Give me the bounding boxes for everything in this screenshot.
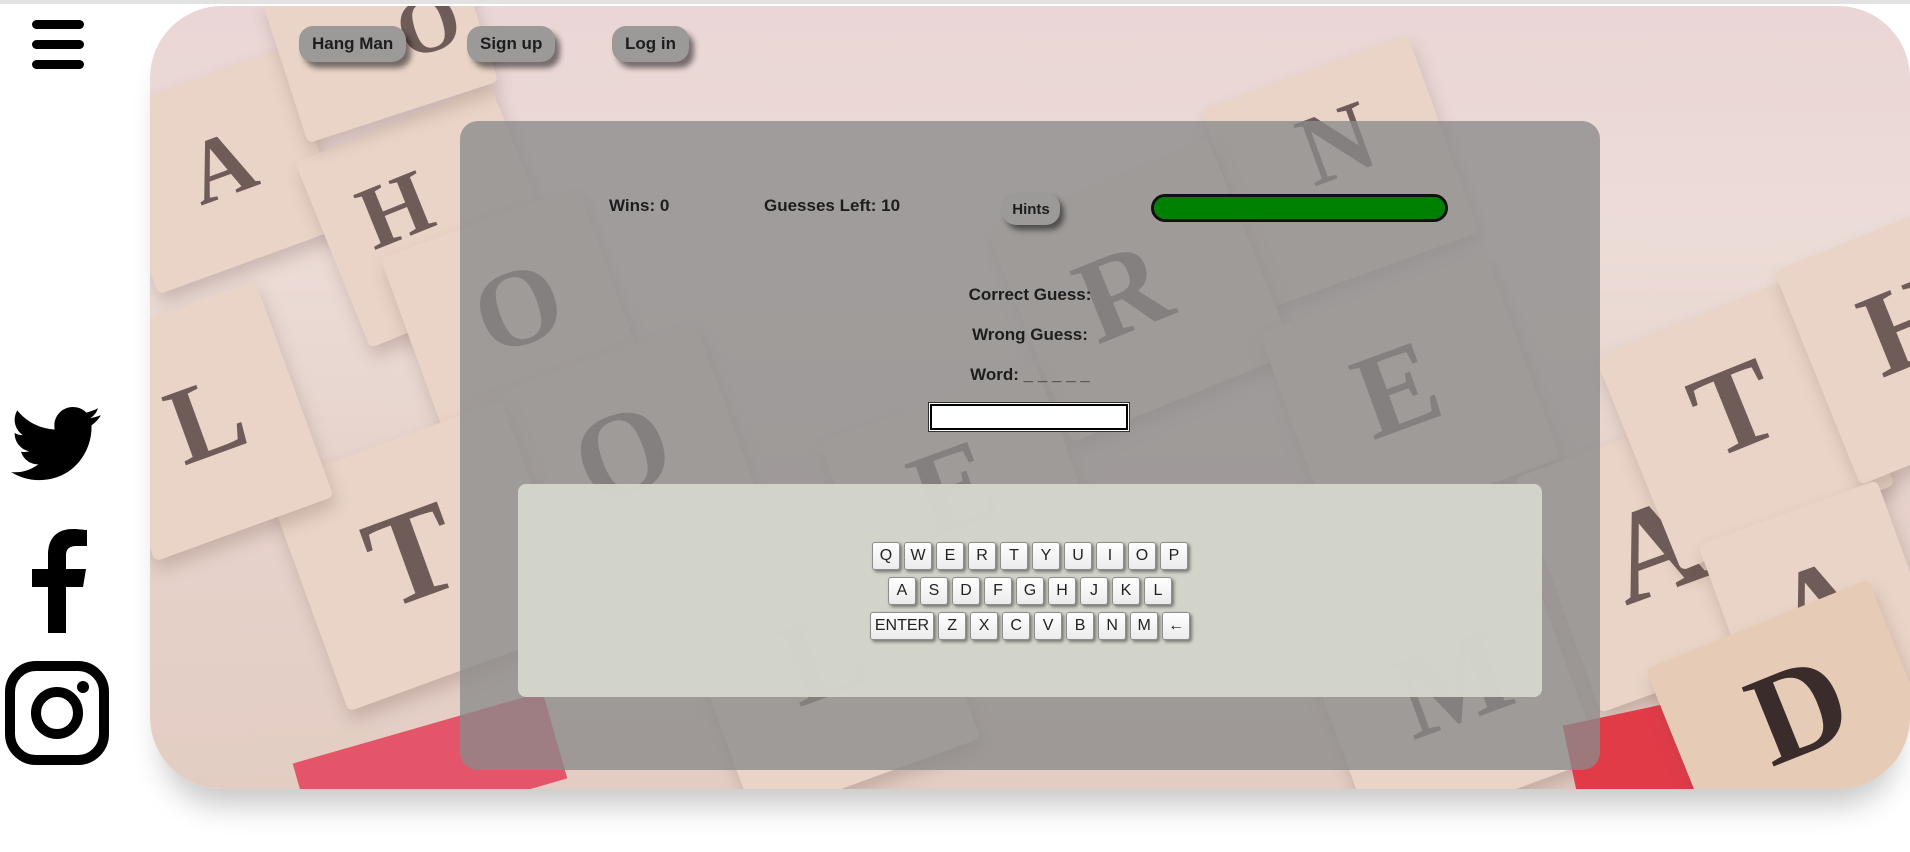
menu-bar	[32, 60, 84, 69]
key-backspace[interactable]: ←	[1162, 612, 1191, 640]
guesses-left-counter: Guesses Left: 10	[764, 196, 901, 215]
top-border	[0, 0, 1910, 4]
nav-hangman-button[interactable]: Hang Man	[299, 26, 407, 62]
key-z[interactable]: Z	[938, 612, 967, 640]
key-s[interactable]: S	[920, 577, 948, 605]
twitter-icon[interactable]	[4, 398, 110, 488]
key-b[interactable]: B	[1066, 612, 1095, 640]
key-h[interactable]: H	[1048, 577, 1076, 605]
bg-tile-letter: A	[173, 109, 269, 225]
progress-bar-fill	[1154, 197, 1445, 219]
key-o[interactable]: O	[1128, 542, 1156, 570]
key-t[interactable]: T	[1000, 542, 1028, 570]
key-n[interactable]: N	[1098, 612, 1127, 640]
bg-tile-letter: D	[1728, 625, 1870, 789]
word-display: Word: _ _ _ _ _	[970, 365, 1090, 384]
key-m[interactable]: M	[1130, 612, 1159, 640]
key-c[interactable]: C	[1002, 612, 1031, 640]
menu-bar	[32, 20, 84, 29]
instagram-icon[interactable]	[4, 660, 110, 766]
key-i[interactable]: I	[1096, 542, 1124, 570]
key-y[interactable]: Y	[1032, 542, 1060, 570]
hamburger-menu-icon[interactable]	[32, 20, 84, 70]
keyboard-row-1: Q W E R T Y U I O P	[518, 542, 1542, 570]
nav-signup-button[interactable]: Sign up	[467, 26, 556, 62]
nav-login-button[interactable]: Log in	[612, 26, 689, 62]
facebook-glyph	[32, 529, 87, 633]
key-x[interactable]: X	[970, 612, 999, 640]
key-a[interactable]: A	[888, 577, 916, 605]
correct-guess-label: Correct Guess:	[968, 285, 1092, 304]
keyboard-row-3: ENTER Z X C V B N M ←	[518, 612, 1542, 640]
hints-button[interactable]: Hints	[1002, 193, 1060, 225]
game-card: Wins: 0 Guesses Left: 10 Hints Correct G…	[460, 121, 1600, 770]
key-f[interactable]: F	[984, 577, 1012, 605]
guess-input[interactable]	[928, 402, 1130, 432]
bg-tile-letter: T	[1672, 330, 1797, 485]
key-g[interactable]: G	[1016, 577, 1044, 605]
bg-tile-letter: T	[346, 472, 478, 638]
key-l[interactable]: L	[1144, 577, 1172, 605]
key-enter[interactable]: ENTER	[869, 612, 935, 640]
keyboard-panel: Q W E R T Y U I O P A S D F G H J K L EN…	[518, 484, 1542, 697]
progress-bar	[1151, 194, 1448, 222]
wins-counter: Wins: 0	[609, 196, 670, 215]
key-r[interactable]: R	[968, 542, 996, 570]
key-p[interactable]: P	[1160, 542, 1188, 570]
key-k[interactable]: K	[1112, 577, 1140, 605]
instagram-glyph	[5, 661, 109, 765]
menu-bar	[32, 40, 84, 49]
key-w[interactable]: W	[904, 542, 932, 570]
facebook-icon[interactable]	[4, 525, 110, 633]
key-d[interactable]: D	[952, 577, 980, 605]
key-q[interactable]: Q	[872, 542, 900, 570]
key-e[interactable]: E	[936, 542, 964, 570]
key-u[interactable]: U	[1064, 542, 1092, 570]
key-v[interactable]: V	[1034, 612, 1063, 640]
keyboard-row-2: A S D F G H J K L	[518, 577, 1542, 605]
bg-tile-letter: H	[1841, 244, 1910, 403]
twitter-glyph	[10, 407, 101, 481]
wrong-guess-label: Wrong Guess:	[972, 325, 1088, 344]
key-j[interactable]: J	[1080, 577, 1108, 605]
bg-tile-letter: L	[150, 348, 262, 489]
